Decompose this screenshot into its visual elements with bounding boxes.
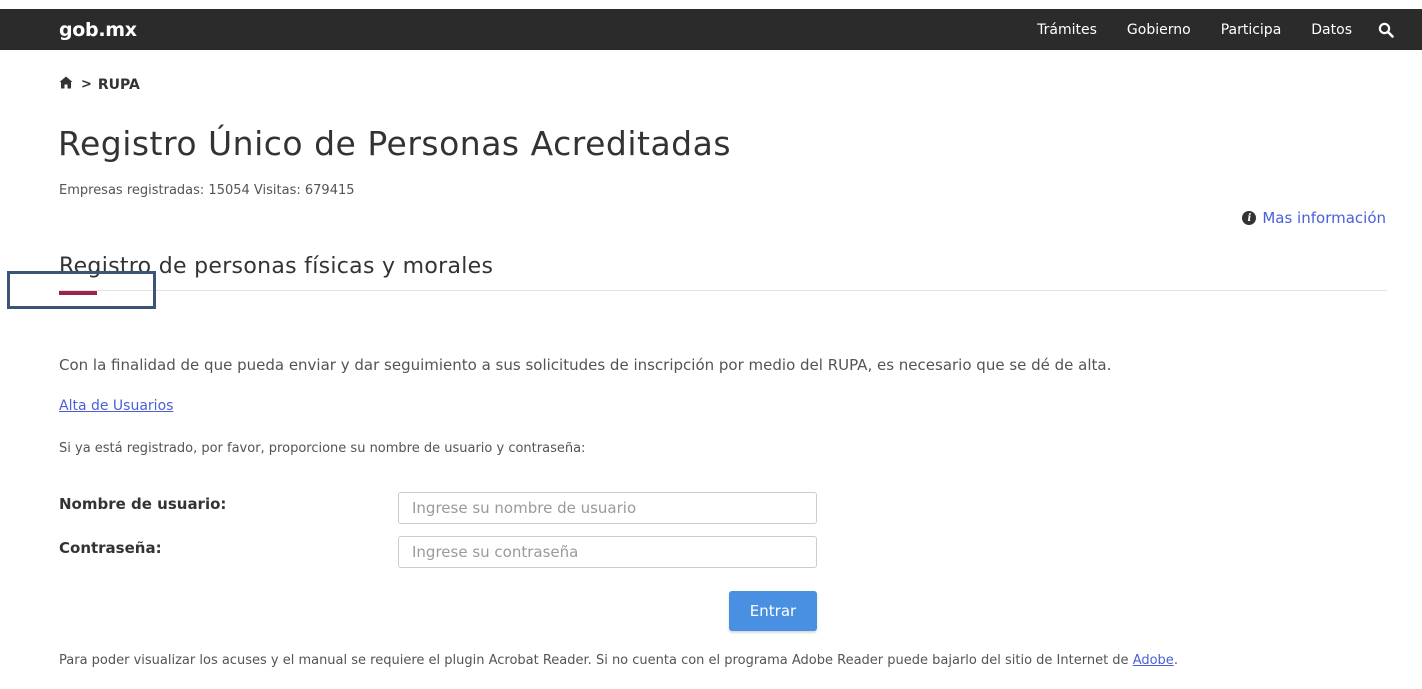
footer-note-text: Para poder visualizar los acuses y el ma… bbox=[59, 653, 1133, 668]
nav-links: Trámites Gobierno Participa Datos bbox=[1007, 9, 1394, 50]
breadcrumb: > RUPA bbox=[59, 76, 140, 93]
top-strip bbox=[0, 0, 1422, 9]
password-label: Contraseña: bbox=[59, 539, 162, 557]
login-button[interactable]: Entrar bbox=[729, 591, 817, 631]
adobe-link[interactable]: Adobe bbox=[1133, 653, 1174, 668]
intro-text: Con la finalidad de que pueda enviar y d… bbox=[59, 356, 1112, 374]
brand-logo[interactable]: gob.mx bbox=[59, 19, 137, 41]
footer-note: Para poder visualizar los acuses y el ma… bbox=[59, 652, 1359, 669]
nav-participa[interactable]: Participa bbox=[1221, 22, 1282, 38]
highlight-annotation-box bbox=[7, 271, 156, 309]
breadcrumb-current: RUPA bbox=[97, 76, 140, 93]
login-prompt: Si ya está registrado, por favor, propor… bbox=[59, 441, 586, 456]
site-stats: Empresas registradas: 15054 Visitas: 679… bbox=[59, 183, 355, 198]
more-info-label: Mas información bbox=[1262, 209, 1386, 227]
nav-tramites[interactable]: Trámites bbox=[1037, 22, 1097, 38]
nav-gobierno[interactable]: Gobierno bbox=[1127, 22, 1191, 38]
top-navbar: gob.mx Trámites Gobierno Participa Datos bbox=[0, 9, 1422, 50]
footer-note-end: . bbox=[1173, 653, 1178, 668]
nav-datos[interactable]: Datos bbox=[1311, 22, 1352, 38]
info-icon: i bbox=[1242, 211, 1257, 225]
page-title: Registro Único de Personas Acreditadas bbox=[58, 124, 732, 163]
more-info-link[interactable]: i Mas información bbox=[1242, 209, 1386, 227]
username-label: Nombre de usuario: bbox=[59, 495, 227, 513]
breadcrumb-separator: > bbox=[81, 77, 92, 92]
search-icon[interactable] bbox=[1378, 22, 1394, 38]
username-input[interactable] bbox=[398, 492, 817, 524]
home-icon[interactable] bbox=[59, 76, 73, 93]
password-input[interactable] bbox=[398, 536, 817, 568]
signup-link[interactable]: Alta de Usuarios bbox=[59, 398, 173, 414]
section-divider bbox=[59, 290, 1387, 291]
